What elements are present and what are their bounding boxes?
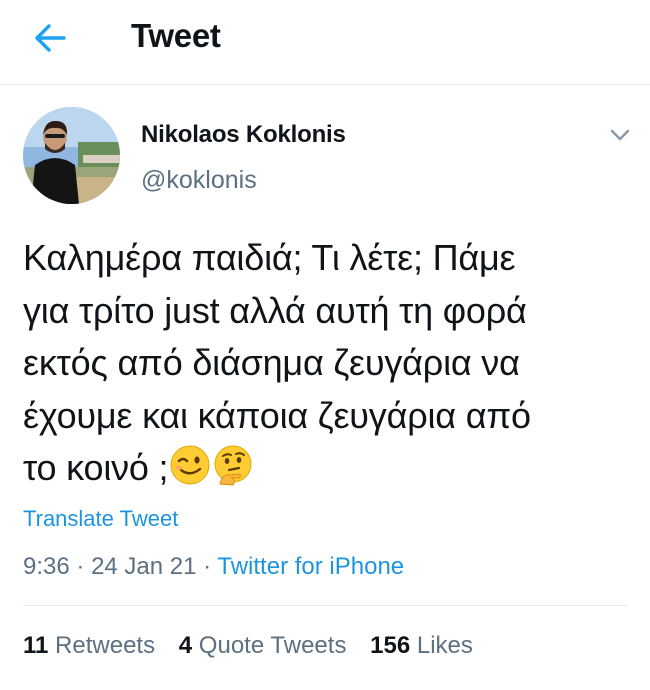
- tweet-text-line: για τρίτο just αλλά αυτή τη φορά: [23, 289, 527, 331]
- retweets-count: 11: [23, 632, 49, 659]
- meta-separator: ·: [203, 553, 212, 580]
- translate-tweet-link[interactable]: Translate Tweet: [23, 506, 178, 532]
- tweet-text-fragment: το κοινό ;: [23, 447, 169, 488]
- tweet-text-line-last: το κοινό ;: [23, 442, 633, 495]
- back-button[interactable]: [30, 18, 70, 58]
- tweet-source-link[interactable]: Twitter for iPhone: [217, 553, 404, 580]
- thinking-face-icon: [214, 445, 252, 486]
- tweet-meta: 9:36 · 24 Jan 21 · Twitter for iPhone: [23, 553, 404, 581]
- arrow-left-icon: [35, 24, 66, 52]
- tweet-stats: 11 Retweets 4 Quote Tweets 156 Likes: [23, 632, 490, 660]
- meta-separator: ·: [76, 553, 85, 580]
- divider: [23, 605, 627, 606]
- page-title: Tweet: [131, 17, 221, 54]
- likes-label: Likes: [416, 632, 473, 659]
- tweet-text-line: εκτός από διάσημα ζευγάρια να: [23, 342, 520, 383]
- retweets-label: Retweets: [55, 632, 156, 659]
- avatar[interactable]: [23, 107, 120, 204]
- likes-count: 156: [370, 632, 411, 659]
- chevron-down-icon: [610, 129, 630, 141]
- author-handle[interactable]: @koklonis: [141, 166, 257, 195]
- tweet-text-line: Καλημέρα παιδιά; Τι λέτε; Πάμε: [23, 237, 516, 278]
- top-bar: Tweet: [0, 0, 650, 85]
- winking-face-icon: [170, 445, 210, 485]
- quote-tweets-stat[interactable]: 4 Quote Tweets: [179, 632, 347, 660]
- quote-tweets-label: Quote Tweets: [198, 632, 347, 659]
- tweet-time: 9:36: [23, 553, 70, 580]
- more-options-button[interactable]: [600, 118, 640, 152]
- retweets-stat[interactable]: 11 Retweets: [23, 632, 155, 660]
- tweet-date: 24 Jan 21: [91, 553, 197, 580]
- tweet-text: Καλημέρα παιδιά; Τι λέτε; Πάμε για τρίτο…: [23, 232, 633, 495]
- quote-tweets-count: 4: [178, 632, 193, 659]
- author-display-name[interactable]: Nikolaos Koklonis: [141, 121, 346, 149]
- tweet-text-line: έχουμε και κάποια ζευγάρια από: [23, 394, 531, 436]
- likes-stat[interactable]: 156 Likes: [370, 632, 473, 660]
